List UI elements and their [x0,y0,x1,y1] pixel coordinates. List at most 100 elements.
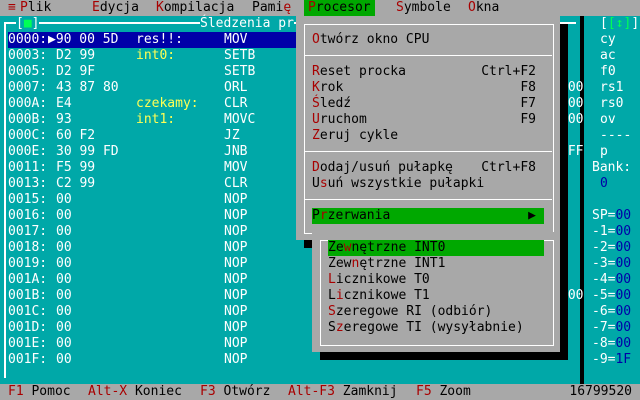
stack-value: 00 [615,224,632,239]
interrupt-hotkey: n [351,256,360,271]
status-f1[interactable]: F1 Pomoc [8,384,71,400]
menu-item-shortcut: Ctrl+F8 [481,160,536,175]
system-menu-icon[interactable]: ≡ [8,0,16,16]
interrupt-hotkey: z [335,320,344,335]
code-bytes: C2 99 [56,176,96,191]
status-alt-f3[interactable]: Alt-F3 Zamknij [288,384,398,400]
menu-item-shortcut: Ctrl+F2 [481,64,536,79]
code-label: res!!: [136,32,183,47]
interrupt-item[interactable]: Zewnętrzne INT0 [328,240,544,256]
menu-plik[interactable]: Plik [16,0,55,16]
code-row[interactable]: 0000: ▶90 00 5D res!!: MOV [8,32,296,48]
code-address: 0015: [8,192,48,207]
processor-menu-item[interactable]: Usuń wszystkie pułapki [312,176,544,192]
stack-entry: -8=00 [592,336,631,352]
menu-item-hotkey: r [319,208,328,223]
processor-menu-item[interactable]: Śledź F7 [312,96,544,112]
processor-menu-item[interactable]: Przerwania ▶ [312,208,544,224]
menu-bar: ≡ Plik Edycja Kompilacja Pamię Procesor Symbo… [0,0,640,16]
status-f3[interactable]: F3 Otwórz [200,384,270,400]
status-f5[interactable]: F5 Zoom [416,384,471,400]
code-bytes: D2 9F [56,64,96,79]
interrupt-item[interactable]: Szeregowe TI (wysyłabnie) [328,320,544,336]
code-opcode: CLR [224,96,248,111]
stack-value: 00 [615,240,632,255]
interrupt-hotkey: i [335,288,344,303]
menu-item-hotkey: K [312,80,320,95]
code-opcode: MOV [224,32,248,47]
code-opcode: JNB [224,144,248,159]
menu-item-hotkey: O [312,32,320,47]
menu-item-hotkey: s [319,176,328,191]
stack-value: 00 [615,256,632,271]
code-address: 0016: [8,208,48,223]
code-address: 0013: [8,176,48,191]
menu-hotkey: P [20,0,28,15]
stack-key: -1= [592,224,616,239]
code-opcode: NOP [224,352,248,367]
submenu-arrow-icon: ▶ [528,208,536,223]
code-address: 0011: [8,160,48,175]
menu-edycja[interactable]: Edycja [88,0,143,16]
stack-key: -3= [592,256,616,271]
status-label: Zamknij [334,384,398,399]
menu-item-hotkey: R [312,64,320,79]
processor-menu-item[interactable]: Reset procka Ctrl+F2 [312,64,544,80]
flag-p: p [600,144,608,159]
stack-entry: -7=00 [592,320,631,336]
menu-symbole[interactable]: Symbole [392,0,455,16]
menu-hotkey: S [396,0,404,15]
code-bytes: 00 [56,272,72,287]
code-address: 001F: [8,352,48,367]
status-key: Alt-F3 [288,384,335,399]
menu-label: kna [475,0,500,15]
stack-key: -7= [592,320,616,335]
status-bar: 16799520 F1 Pomoc Alt-X Koniec F3 Otwórz Al… [0,384,640,400]
interrupt-item[interactable]: Licznikowe T1 [328,288,544,304]
menu-item-shortcut: F7 [520,96,536,111]
code-bytes: F5 99 [56,160,96,175]
status-label: Zoom [431,384,471,399]
interrupt-item[interactable]: Licznikowe T0 [328,272,544,288]
interrupt-item[interactable]: Zewnętrzne INT1 [328,256,544,272]
menu-label: ompilacja [163,0,235,15]
code-opcode: NOP [224,208,248,223]
menu-okna[interactable]: Okna [464,0,503,16]
menu-kompilacja[interactable]: Kompilacja [152,0,238,16]
stack-value: 00 [615,336,632,351]
menu-item-hotkey: Z [312,128,320,143]
menu-item-hotkey: D [312,160,320,175]
processor-menu-item[interactable]: Otwórz okno CPU [312,32,544,48]
menu-procesor[interactable]: Procesor [304,0,375,16]
processor-menu-item[interactable]: Dodaj/usuń pułapkę Ctrl+F8 [312,160,544,176]
code-opcode: NOP [224,288,248,303]
code-bytes: 43 87 80 [56,80,119,95]
code-opcode: NOP [224,224,248,239]
code-address: 001C: [8,304,48,319]
code-opcode: NOP [224,192,248,207]
menu-item-label: Śledź [312,96,352,111]
menu-label: lik [27,0,52,15]
code-address: 001E: [8,336,48,351]
status-key: F3 [200,384,216,399]
code-opcode: SETB [224,64,256,79]
code-opcode: NOP [224,304,248,319]
stack-entry: SP=00 [592,208,631,224]
code-address: 000A: [8,96,48,111]
processor-menu-item[interactable]: Zeruj cykle [312,128,544,144]
code-address: 0017: [8,224,48,239]
code-address: 000B: [8,112,48,127]
window-close-icon[interactable]: [■] [16,16,40,32]
status-alt-x[interactable]: Alt-X Koniec [88,384,182,400]
code-opcode: MOVC [224,112,256,127]
menu-item-label: Uruchom [312,112,367,127]
processor-menu-item[interactable]: Krok F8 [312,80,544,96]
interrupt-item[interactable]: Szeregowe RI (odbiór) [328,304,544,320]
trace-window-title: Śledzenia pr [200,16,294,32]
code-address: 001B: [8,288,48,303]
menu-pamię[interactable]: Pamię [248,0,295,16]
code-opcode: NOP [224,240,248,255]
status-key: Alt-X [88,384,128,399]
processor-menu-item[interactable]: Uruchom F9 [312,112,544,128]
code-address: 000C: [8,128,48,143]
